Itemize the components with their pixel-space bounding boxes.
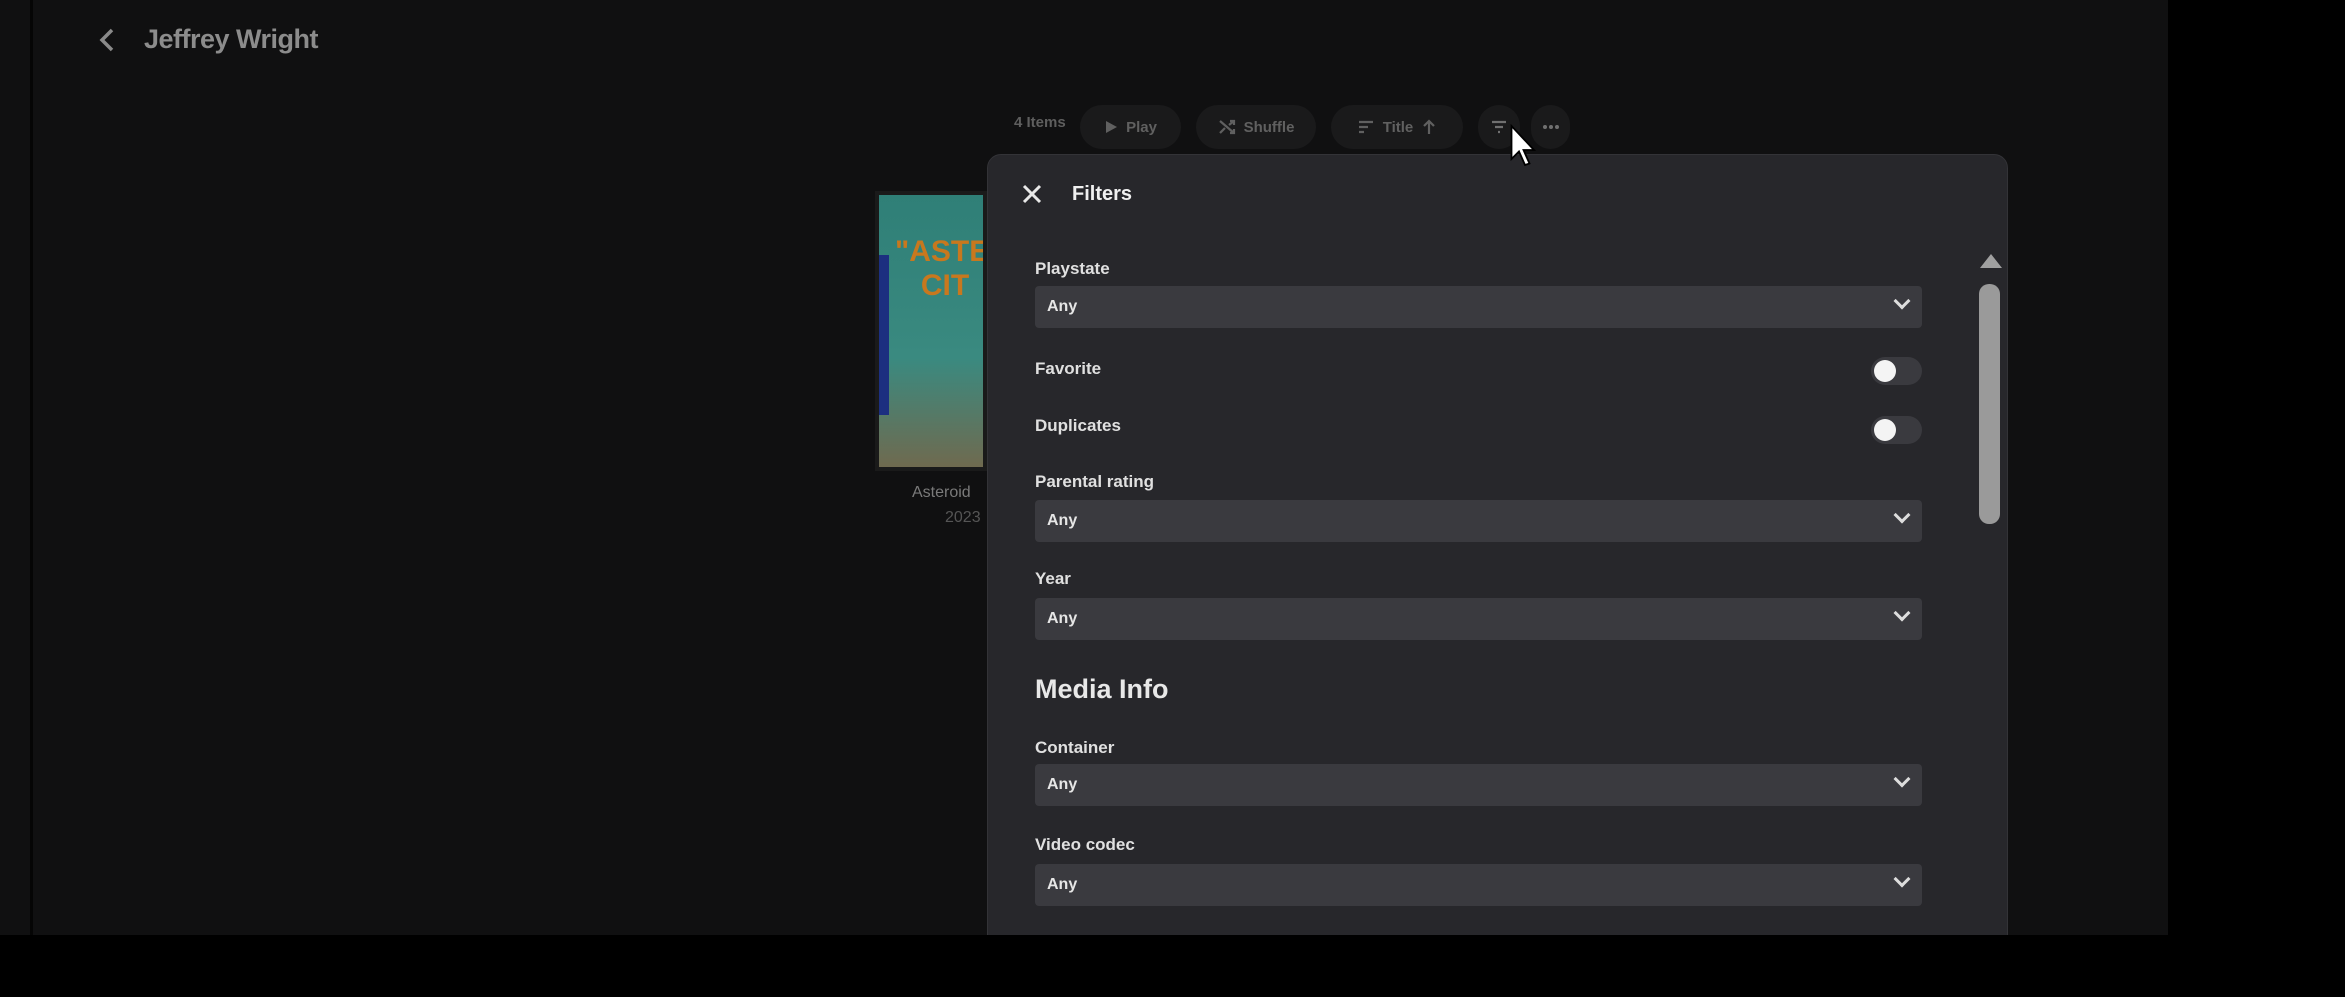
poster-spine [879,255,889,415]
duplicates-toggle[interactable] [1871,416,1922,444]
scrollbar-thumb[interactable] [1979,284,2000,524]
year-select[interactable]: Any [1035,598,1922,640]
close-button[interactable] [1020,182,1048,210]
toggle-knob [1874,419,1896,441]
shuffle-button[interactable]: Shuffle [1196,105,1316,149]
parental-rating-select[interactable]: Any [1035,500,1922,542]
play-icon [1106,121,1118,133]
year-value: Any [1047,610,1078,627]
year-label: Year [1035,569,1071,588]
item-count: 4 Items [1014,114,1066,131]
container-value: Any [1047,776,1078,793]
back-button[interactable] [96,24,126,60]
favorite-toggle[interactable] [1871,357,1922,385]
arrow-up-icon [1423,119,1436,134]
close-icon [1022,184,1042,204]
sort-label: Title [1382,118,1414,136]
shuffle-label: Shuffle [1243,118,1295,136]
bottom-letterbox [0,935,2345,997]
playstate-value: Any [1047,298,1078,315]
container-select[interactable]: Any [1035,764,1922,806]
page-title: Jeffrey Wright [144,24,319,54]
parental-rating-label: Parental rating [1035,472,1155,491]
chevron-down-icon [1893,604,1911,622]
filters-panel [987,154,2008,954]
sort-icon [1358,120,1373,134]
playstate-select[interactable]: Any [1035,286,1922,328]
item-title[interactable]: Asteroid [912,484,971,502]
playstate-label: Playstate [1035,259,1110,278]
item-year: 2023 [945,509,981,526]
video-codec-select[interactable]: Any [1035,864,1922,906]
duplicates-label: Duplicates [1035,416,1121,435]
chevron-down-icon [1893,292,1911,310]
play-label: Play [1126,118,1157,136]
panel-title: Filters [1072,183,1133,205]
toggle-knob [1874,360,1896,382]
media-info-heading: Media Info [1035,674,1169,704]
shuffle-icon [1218,119,1235,135]
video-codec-value: Any [1047,876,1078,893]
item-poster[interactable]: "ASTERCIT [875,191,987,471]
play-button[interactable]: Play [1080,105,1181,149]
container-label: Container [1035,738,1115,757]
chevron-down-icon [1893,506,1911,524]
favorite-label: Favorite [1035,359,1102,378]
filter-icon [1492,120,1506,134]
chevron-down-icon [1893,870,1911,888]
parental-rating-value: Any [1047,512,1078,529]
chevron-left-icon [99,28,114,52]
mouse-cursor-icon [1510,124,1537,167]
sidebar-divider [30,0,33,935]
poster-title-art: "ASTERCIT [895,235,983,302]
sort-button[interactable]: Title [1331,105,1463,149]
video-codec-label: Video codec [1035,835,1135,854]
more-icon [1542,125,1559,129]
scroll-up-arrow[interactable] [1980,254,2002,268]
chevron-down-icon [1893,770,1911,788]
